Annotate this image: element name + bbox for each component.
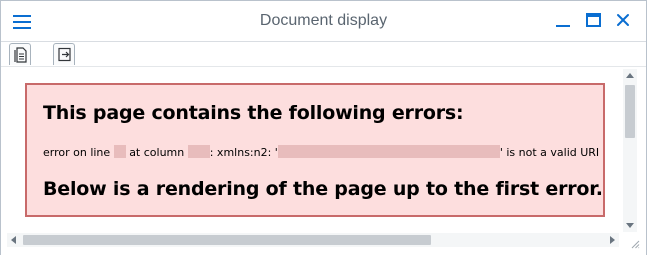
export-button[interactable] — [53, 43, 75, 65]
maximize-icon — [586, 13, 601, 27]
error-suffix: ' is not a valid URI — [499, 146, 600, 159]
error-line-prefix: error on line — [43, 146, 111, 159]
error-message: error on line at column : xmlns:n2: ' ' i… — [43, 145, 599, 159]
scroll-right-icon[interactable] — [610, 236, 615, 244]
vertical-scroll-thumb[interactable] — [625, 85, 635, 138]
scroll-down-icon[interactable] — [626, 223, 634, 228]
xml-parse-error-box: This page contains the following errors:… — [25, 83, 605, 217]
maximize-button[interactable] — [584, 11, 602, 29]
scroll-left-icon[interactable] — [11, 236, 16, 244]
toolbar — [1, 42, 646, 66]
minimize-button[interactable] — [554, 11, 572, 29]
error-heading: This page contains the following errors: — [43, 102, 464, 124]
minimize-icon — [556, 25, 570, 27]
vertical-scrollbar[interactable] — [623, 69, 637, 232]
scroll-up-icon[interactable] — [626, 73, 634, 78]
error-footer-heading: Below is a rendering of the page up to t… — [43, 178, 603, 200]
redacted-uri — [277, 145, 500, 158]
document-display-window: Document display This page contains the … — [0, 0, 647, 255]
error-namespace: : xmlns:n2: ' — [209, 146, 278, 159]
close-button[interactable] — [614, 11, 632, 29]
title-bar: Document display — [1, 1, 646, 42]
close-icon — [617, 14, 629, 26]
export-icon — [58, 47, 71, 62]
document-viewport: This page contains the following errors:… — [7, 69, 619, 232]
document-button[interactable] — [9, 43, 31, 65]
horizontal-scrollbar[interactable] — [7, 233, 619, 247]
resize-grip-icon[interactable] — [630, 239, 640, 249]
document-icon — [14, 47, 27, 63]
error-at-column: at column — [129, 146, 185, 159]
redacted-line-number — [113, 145, 126, 158]
window-controls — [554, 11, 632, 29]
horizontal-scroll-thumb[interactable] — [23, 235, 431, 245]
redacted-column-number — [187, 145, 210, 158]
window-title: Document display — [259, 12, 388, 29]
document-content-area: This page contains the following errors:… — [1, 66, 646, 255]
